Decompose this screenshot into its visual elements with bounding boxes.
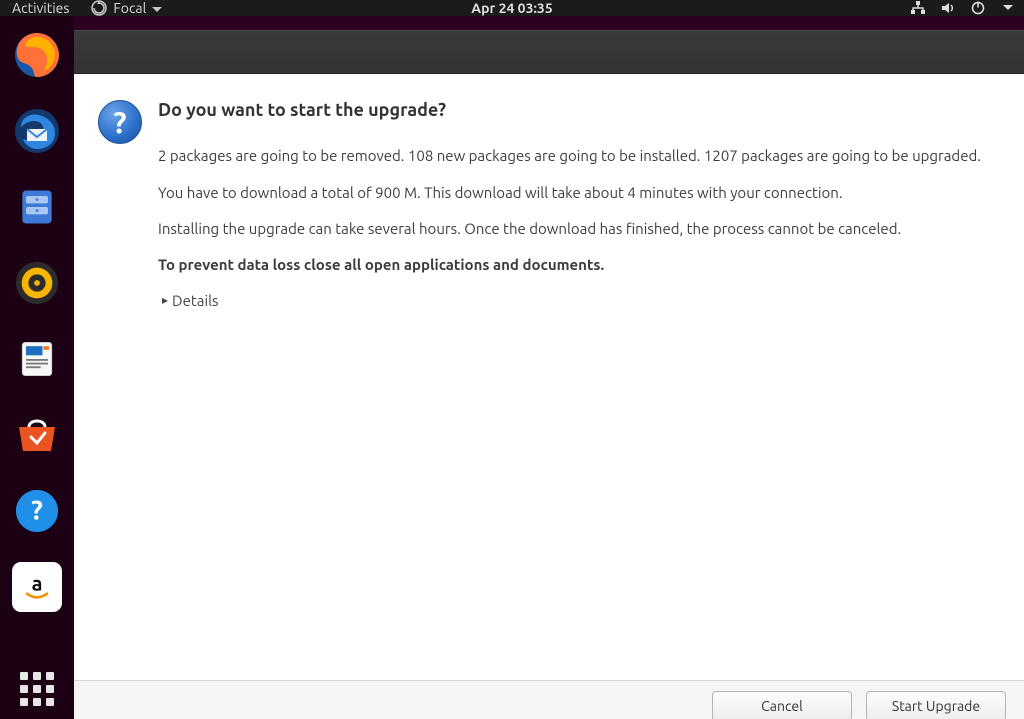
dock-rhythmbox[interactable] [12,258,62,308]
dialog-content: ? Do you want to start the upgrade? 2 pa… [74,74,1024,680]
system-menu-chevron-icon[interactable] [1000,0,1016,16]
dock-help[interactable]: ? [12,486,62,536]
show-applications-button[interactable] [12,664,62,714]
app-menu-label: Focal [113,0,146,16]
network-icon[interactable] [910,0,926,16]
dock-files[interactable] [12,182,62,232]
dialog-data-loss-warning: To prevent data loss close all open appl… [158,255,1000,275]
window-titlebar[interactable] [74,30,1024,74]
upgrade-window: ? Do you want to start the upgrade? 2 pa… [74,16,1024,719]
triangle-right-icon: ▸ [162,293,168,309]
chevron-down-icon [152,0,162,16]
dialog-packages-summary: 2 packages are going to be removed. 108 … [158,146,1000,166]
volume-icon[interactable] [940,0,956,16]
dock-ubuntu-software[interactable] [12,410,62,460]
power-icon[interactable] [970,0,986,16]
clock[interactable]: Apr 24 03:35 [471,0,552,16]
dialog-install-warning: Installing the upgrade can take several … [158,219,1000,239]
top-panel-right [910,0,1016,16]
svg-text:?: ? [31,496,43,526]
dialog-button-bar: Cancel Start Upgrade [74,680,1024,719]
activities-button[interactable]: Activities [8,0,73,16]
dock-amazon[interactable]: a [12,562,62,612]
cancel-button[interactable]: Cancel [712,691,852,719]
top-panel-left: Activities Focal [8,0,162,16]
main-area: ? a ? Do you want to start the upgrade? [0,16,1024,719]
dock-thunderbird[interactable] [12,106,62,156]
details-label: Details [172,291,219,311]
top-panel: Activities Focal Apr 24 03:35 [0,0,1024,16]
dialog-heading: Do you want to start the upgrade? [158,98,1000,122]
dialog-download-summary: You have to download a total of 900 M. T… [158,183,1000,203]
app-menu[interactable]: Focal [91,0,162,16]
details-expander[interactable]: ▸ Details [162,291,1000,311]
question-icon: ? [98,100,142,144]
window-body: ? Do you want to start the upgrade? 2 pa… [74,74,1024,719]
software-updater-icon [91,0,107,16]
start-upgrade-button[interactable]: Start Upgrade [866,691,1006,719]
dock: ? a [0,16,74,719]
svg-text:a: a [32,571,43,594]
apps-grid-icon [19,671,55,707]
dock-firefox[interactable] [12,30,62,80]
dock-libreoffice-writer[interactable] [12,334,62,384]
